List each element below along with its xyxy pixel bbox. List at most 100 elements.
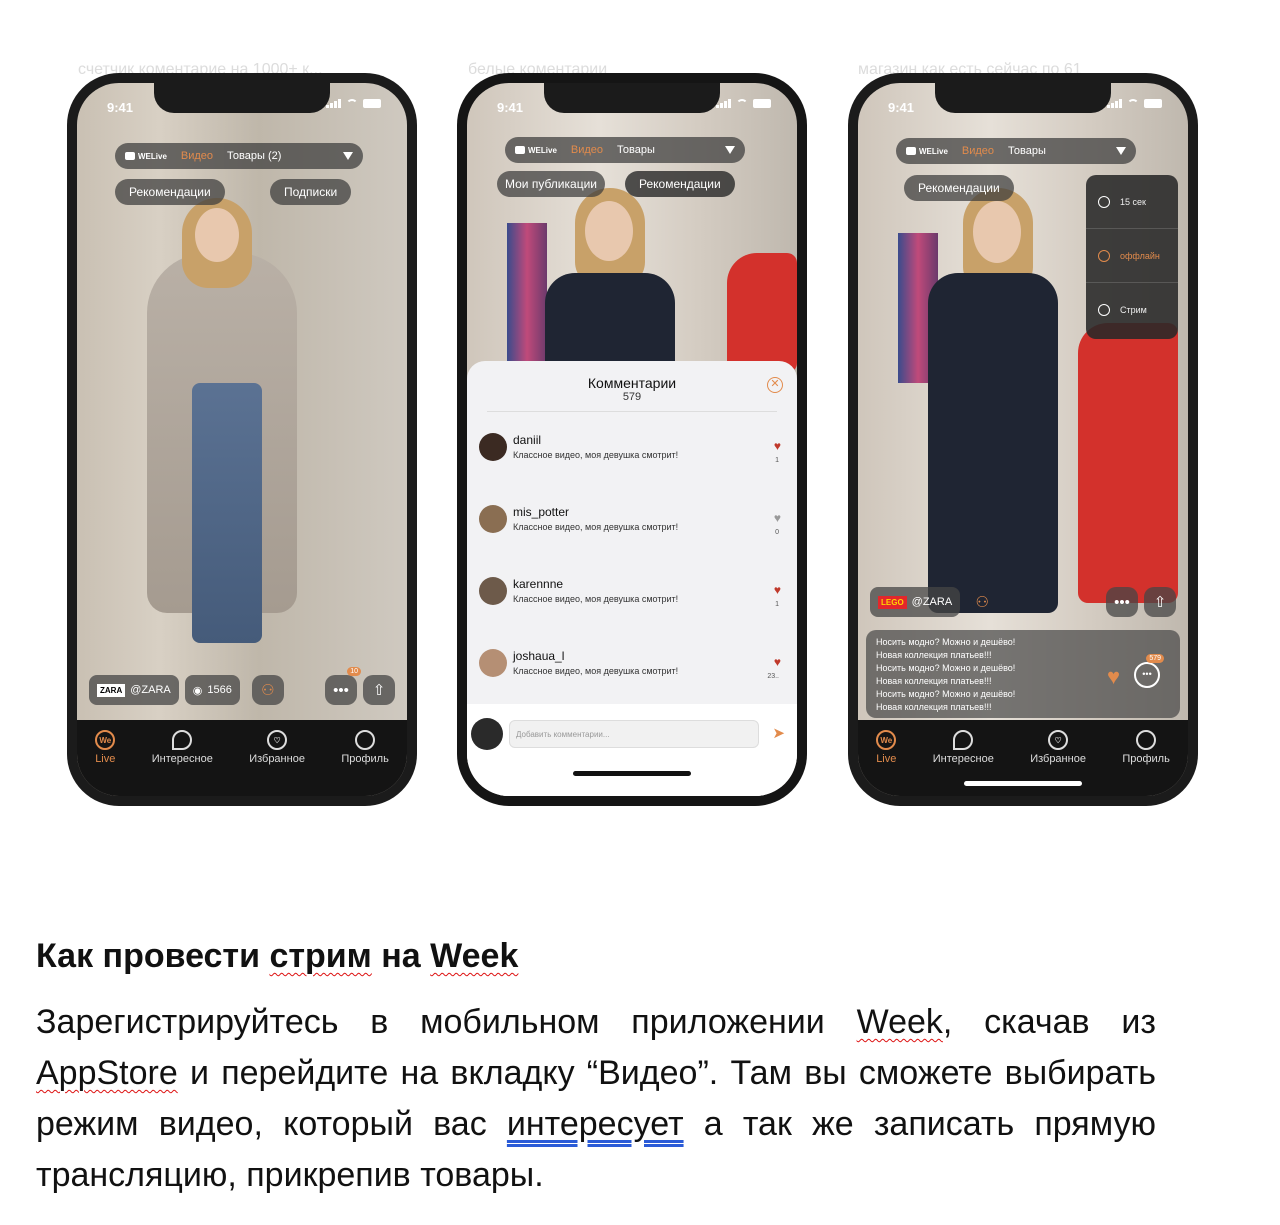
live-chat: Носить модно? Можно и дешёво! Новая колл… — [866, 630, 1180, 718]
avatar[interactable] — [479, 505, 507, 533]
tab-goods[interactable]: Товары (2) — [227, 150, 281, 162]
welive-logo[interactable]: WELive — [515, 146, 557, 155]
share-button[interactable]: ⇧ — [1144, 587, 1176, 617]
send-icon[interactable]: ➤ — [772, 724, 785, 742]
share-button[interactable]: ⇧ — [363, 675, 395, 705]
tab-recommendations[interactable]: Рекомендации — [904, 175, 1014, 201]
battery-icon — [753, 99, 771, 108]
menu-15s-label: 15 сек — [1120, 196, 1146, 207]
nav-live[interactable]: We Live — [876, 730, 896, 796]
home-indicator — [573, 771, 691, 776]
comment-item: daniil Классное видео, моя девушка смотр… — [479, 433, 785, 473]
like-count: 0 — [775, 529, 779, 536]
phone-3: 9:41 WELive Видео Товары Рекомендации 15… — [848, 73, 1198, 806]
nav-favorites[interactable]: ♡ Избранное — [249, 730, 305, 796]
nav-favorites-label: Избранное — [249, 753, 305, 765]
welive-logo[interactable]: WELive — [125, 152, 167, 161]
tab-goods[interactable]: Товары — [1008, 145, 1046, 157]
add-user-button[interactable]: ⚇ — [966, 587, 998, 617]
tab-video[interactable]: Видео — [962, 145, 994, 157]
menu-item-15s[interactable]: 15 сек — [1086, 175, 1178, 229]
profile-icon — [355, 730, 376, 750]
comment-item: karennne Классное видео, моя девушка смо… — [479, 577, 785, 617]
tab-my-publications[interactable]: Мои публикации — [497, 171, 605, 197]
brand-chip[interactable]: LEGO @ZARA — [870, 587, 961, 617]
signal-icon — [716, 99, 731, 108]
tab-recommendations[interactable]: Рекомендации — [115, 179, 225, 205]
tab-video[interactable]: Видео — [181, 150, 213, 162]
brand-logo: LEGO — [878, 595, 907, 609]
filter-icon[interactable] — [1116, 147, 1126, 155]
avatar[interactable] — [479, 433, 507, 461]
tab-goods[interactable]: Товары — [617, 144, 655, 156]
filter-icon[interactable] — [725, 146, 735, 154]
chat-message: Носить модно? Можно и дешёво! — [876, 637, 1016, 647]
comment-text: Классное видео, моя девушка смотрит! — [513, 594, 679, 604]
top-bar: WELive Видео Товары — [896, 138, 1136, 164]
tab-recommendations[interactable]: Рекомендации — [625, 171, 735, 197]
model-jeans — [192, 383, 262, 643]
chat-message: Носить модно? Можно и дешёво! — [876, 663, 1016, 673]
search-icon — [953, 730, 974, 750]
para-part: интересует — [506, 1105, 684, 1143]
welive-logo[interactable]: WELive — [906, 147, 948, 156]
like-heart-icon[interactable]: ♥ — [774, 439, 781, 453]
like-heart-icon[interactable]: ♥ — [1107, 664, 1120, 690]
comment-author[interactable]: daniil — [513, 433, 541, 447]
top-bar: WELive Видео Товары (2) — [115, 143, 363, 169]
profile-icon — [1136, 730, 1157, 750]
bottom-nav: We Live Интересное ♡ Избранное Профиль — [77, 720, 407, 796]
signal-icon — [1107, 99, 1122, 108]
comments-title: Комментарии — [587, 375, 677, 391]
action-row: ZARA @ZARA ◉ 1566 ⚇ ••• 10 ⇧ — [89, 667, 395, 706]
like-heart-icon[interactable]: ♥ — [774, 583, 781, 597]
close-icon: ✕ — [770, 378, 780, 390]
eye-icon: ◉ — [192, 684, 203, 697]
menu-offline-label: оффлайн — [1120, 250, 1160, 261]
chat-icon[interactable]: ••• — [1134, 662, 1160, 688]
avatar[interactable] — [479, 649, 507, 677]
menu-item-offline[interactable]: оффлайн — [1086, 229, 1178, 283]
nav-interesting[interactable]: Интересное — [933, 730, 994, 796]
comment-text: Классное видео, моя девушка смотрит! — [513, 450, 679, 460]
avatar[interactable] — [479, 577, 507, 605]
close-button[interactable]: ✕ — [767, 377, 783, 393]
like-count: 23.. — [767, 673, 779, 680]
menu-item-stream[interactable]: Стрим — [1086, 283, 1178, 337]
status-icons — [326, 99, 381, 108]
wifi-icon — [736, 99, 748, 108]
comment-input-row: Добавить комментарии... ➤ — [467, 704, 797, 796]
more-button[interactable]: ••• — [1106, 587, 1138, 617]
brand-chip[interactable]: ZARA @ZARA — [89, 675, 179, 705]
comment-author[interactable]: mis_potter — [513, 505, 569, 519]
nav-profile[interactable]: Профиль — [341, 730, 389, 796]
para-part: AppStore — [36, 1054, 178, 1092]
bottom-nav: We Live Интересное ♡ Избранное Профиль — [858, 720, 1188, 796]
comment-input[interactable]: Добавить комментарии... — [509, 720, 759, 748]
nav-favorites[interactable]: ♡ Избранное — [1030, 730, 1086, 796]
comment-author[interactable]: karennne — [513, 577, 563, 591]
signal-icon — [326, 99, 341, 108]
like-heart-icon[interactable]: ♥ — [774, 511, 781, 525]
nav-live[interactable]: We Live — [95, 730, 115, 796]
top-bar: WELive Видео Товары — [505, 137, 745, 163]
tab-video[interactable]: Видео — [571, 144, 603, 156]
comment-text: Классное видео, моя девушка смотрит! — [513, 522, 679, 532]
nav-interesting[interactable]: Интересное — [152, 730, 213, 796]
add-user-button[interactable]: ⚇ — [251, 675, 284, 705]
comment-author[interactable]: joshaua_l — [513, 649, 564, 663]
action-row: LEGO @ZARA ⚇ ••• ⇧ — [870, 586, 1176, 618]
filter-icon[interactable] — [343, 152, 353, 160]
nav-profile[interactable]: Профиль — [1122, 730, 1170, 796]
model-face — [585, 201, 633, 261]
offline-icon — [1098, 249, 1110, 262]
like-count: 1 — [775, 601, 779, 608]
tab-subscriptions[interactable]: Подписки — [270, 179, 352, 205]
status-icons — [716, 99, 771, 108]
my-avatar — [471, 718, 503, 750]
like-count: 1 — [775, 457, 779, 464]
chat-message: Носить модно? Можно и дешёво! — [876, 689, 1016, 699]
more-button[interactable]: ••• 10 — [325, 667, 361, 705]
like-heart-icon[interactable]: ♥ — [774, 655, 781, 669]
comment-text: Классное видео, моя девушка смотрит! — [513, 666, 679, 676]
